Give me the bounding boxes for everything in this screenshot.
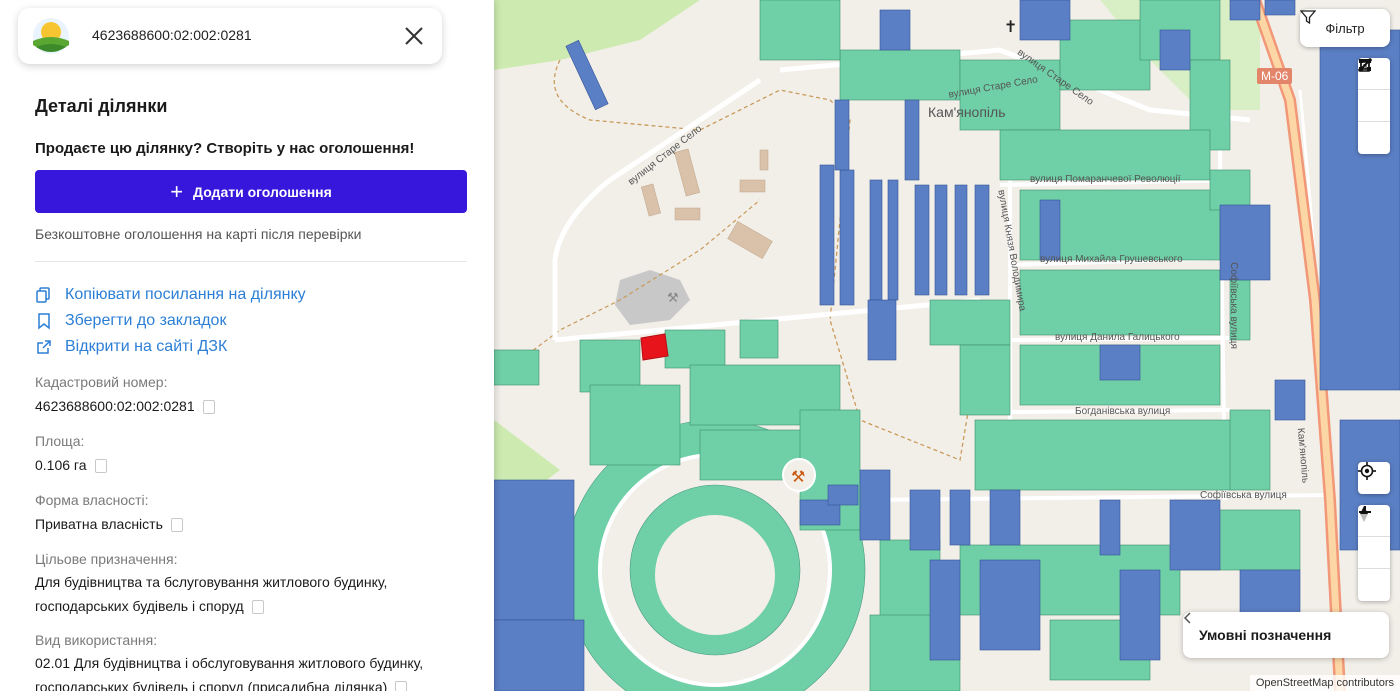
draw-polygon-button[interactable] [1358,59,1390,122]
street-label: вулиця Михайла Грушевського [1040,254,1183,265]
legend-button[interactable]: Умовні позначення [1183,612,1389,658]
cadastral-number-label: Кадастровий номер: [35,374,168,390]
street-label: Софіївська вулиця [1227,262,1239,349]
draw-toolbar [1358,58,1390,154]
purpose-value: Для будівництва та бслуговування житлово… [35,570,467,618]
close-icon[interactable] [400,22,428,50]
street-label: вулиця Помаранчевої Революції [1030,174,1181,185]
cadastral-search-value[interactable]: 4623688600:02:002:0281 [92,27,252,43]
filter-icon [1300,10,1316,25]
center-area [655,515,775,635]
filter-button-label: Фільтр [1325,20,1365,36]
map-attribution[interactable]: OpenStreetMap contributors [1249,675,1400,691]
compass-button[interactable] [1358,506,1390,601]
filter-button[interactable]: Фільтр [1300,9,1390,47]
hammer-icon: ⚒ [791,467,805,486]
usage-label: Вид використання: [35,632,158,648]
area-value: 0.106 га [35,453,467,477]
usage-value: 02.01 Для будівництва і обслуговування ж… [35,651,467,691]
ownership-text: Приватна власність [35,516,163,532]
copy-icon [36,287,50,303]
open-dzk-label: Відкрити на сайті ДЗК [65,338,228,355]
ownership-label: Форма власності: [35,492,149,508]
area-text: 0.106 га [35,457,87,473]
add-listing-label: Додати оголошення [193,183,332,200]
street-label: вулиця Данила Галицького [1055,332,1180,343]
legend-label: Умовні позначення [1199,627,1332,643]
parcel-details-panel: 4623688600:02:002:0281 Деталі ділянки Пр… [0,0,494,691]
copy-icon[interactable] [202,400,215,415]
purpose-text: Для будівництва та бслуговування житлово… [35,574,388,614]
chevron-left-icon [1183,612,1191,624]
copy-icon[interactable] [94,459,107,474]
copy-link-action[interactable]: Копіювати посилання на ділянку [35,282,306,308]
compass-icon [1360,506,1368,522]
cadastral-number-text: 4623688600:02:002:0281 [35,398,195,414]
purpose-label: Цільове призначення: [35,551,178,567]
copy-icon[interactable] [395,681,408,691]
highway-label: М-06 [1257,68,1293,84]
bookmark-label: Зберегти до закладок [65,312,227,329]
plus-icon: + [170,178,184,204]
area-label: Площа: [35,433,85,449]
zoom-out-button[interactable] [1358,511,1390,569]
selected-parcel[interactable] [640,333,669,361]
details-content: Деталі ділянки Продаєте цю ділянку? Ство… [35,96,467,691]
free-listing-note: Безкоштовне оголошення на карті після пе… [35,226,362,242]
street-label: Богданівська вулиця [1075,406,1171,417]
zoom-controls [1358,505,1390,601]
search-card: 4623688600:02:002:0281 [18,8,442,64]
divider [35,261,467,262]
add-listing-button[interactable]: + Додати оголошення [35,170,467,213]
locate-icon [1358,462,1376,480]
trash-icon [1359,59,1371,72]
cadastral-number-value: 4623688600:02:002:0281 [35,394,467,418]
open-dzk-action[interactable]: Відкрити на сайті ДЗК [35,334,306,360]
quarry-icon: ⚒ [667,291,679,306]
app-logo [33,18,69,54]
panel-title: Деталі ділянки [35,96,168,116]
delete-drawing-button[interactable] [1358,59,1390,154]
church-icon: ✝ [1004,17,1017,36]
copy-icon[interactable] [170,518,183,533]
usage-text: 02.01 Для будівництва і обслуговування ж… [35,655,424,691]
ownership-value: Приватна власність [35,512,467,536]
village-label: Кам'янопіль [928,104,1006,120]
locate-button[interactable] [1358,462,1390,494]
action-links: Копіювати посилання на ділянку Зберегти … [35,282,306,360]
bookmark-action[interactable]: Зберегти до закладок [35,308,306,334]
street-label: Софіївська вулиця [1200,490,1287,501]
sell-promo-text: Продаєте цю ділянку? Створіть у нас огол… [35,140,415,157]
copy-icon[interactable] [251,600,264,615]
external-link-icon [37,340,51,354]
bookmark-icon [38,313,50,330]
copy-link-label: Копіювати посилання на ділянку [65,286,306,303]
